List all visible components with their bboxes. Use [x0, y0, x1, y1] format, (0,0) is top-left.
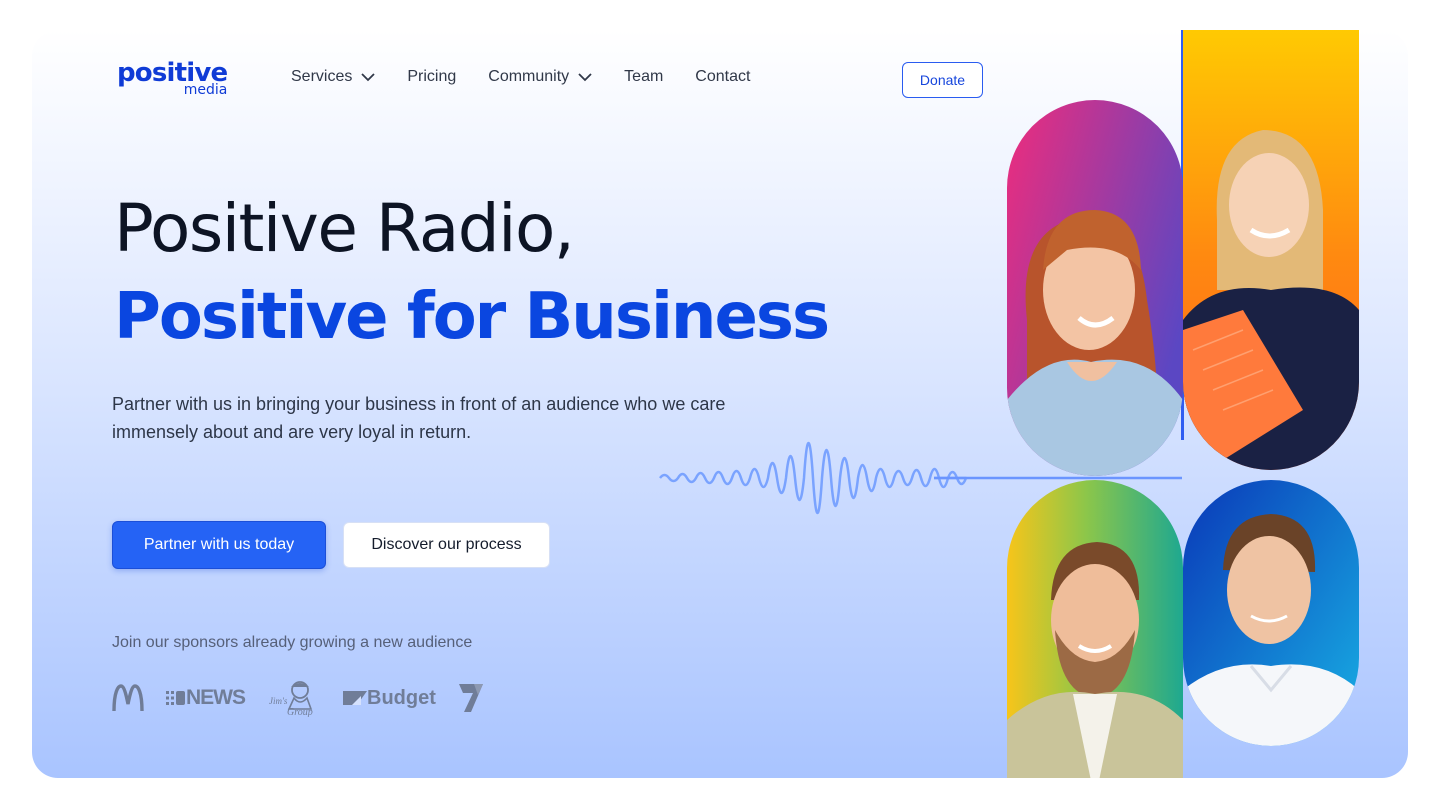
9news-logo-text: NEWS: [186, 686, 246, 709]
budget-logo: Budget: [343, 687, 436, 710]
nav-item-services[interactable]: Services: [291, 68, 375, 86]
nav-item-label: Community: [488, 68, 570, 85]
nav-item-pricing[interactable]: Pricing: [407, 68, 456, 86]
nav-item-label: Services: [291, 68, 353, 85]
svg-text:Jim's: Jim's: [269, 696, 288, 706]
brand-logo[interactable]: positive media: [117, 60, 228, 97]
sponsors-heading: Join our sponsors already growing a new …: [112, 634, 473, 651]
chevron-down-icon: [361, 72, 375, 81]
nav-item-contact[interactable]: Contact: [695, 68, 750, 86]
photo-man-beard: [1007, 480, 1183, 778]
hero-title-line2: Positive for Business: [114, 280, 830, 354]
partner-cta-button[interactable]: Partner with us today: [112, 521, 326, 569]
photo-woman-red-hair: [1007, 100, 1183, 476]
photo-woman-blonde-folder: [1183, 30, 1359, 470]
nav-item-label: Contact: [695, 68, 751, 85]
main-nav: Services Pricing Community Team Contact: [291, 68, 782, 86]
jims-group-logo: Jim's Group: [267, 679, 321, 717]
nav-item-label: Pricing: [407, 68, 457, 85]
chevron-down-icon: [578, 72, 592, 81]
sponsor-logos: NEWS Jim's Group Budget: [112, 678, 506, 718]
photo-man-polo: [1183, 480, 1359, 746]
mcdonalds-logo: [112, 684, 144, 712]
page: positive media Services Pricing Communit…: [0, 0, 1440, 810]
nav-item-community[interactable]: Community: [488, 68, 592, 86]
svg-text:Group: Group: [287, 707, 313, 717]
donate-button[interactable]: Donate: [902, 62, 983, 98]
discover-process-button[interactable]: Discover our process: [343, 522, 550, 568]
hero-title-line1: Positive Radio,: [114, 190, 575, 267]
budget-logo-text: Budget: [367, 686, 436, 709]
9news-logo: NEWS: [166, 686, 246, 710]
seven-logo: [458, 683, 484, 713]
nav-item-team[interactable]: Team: [624, 68, 663, 86]
9news-dots-icon: [166, 691, 185, 705]
budget-mark-icon: [343, 691, 367, 705]
hero-section: positive media Services Pricing Communit…: [32, 30, 1408, 778]
nav-item-label: Team: [624, 68, 664, 85]
